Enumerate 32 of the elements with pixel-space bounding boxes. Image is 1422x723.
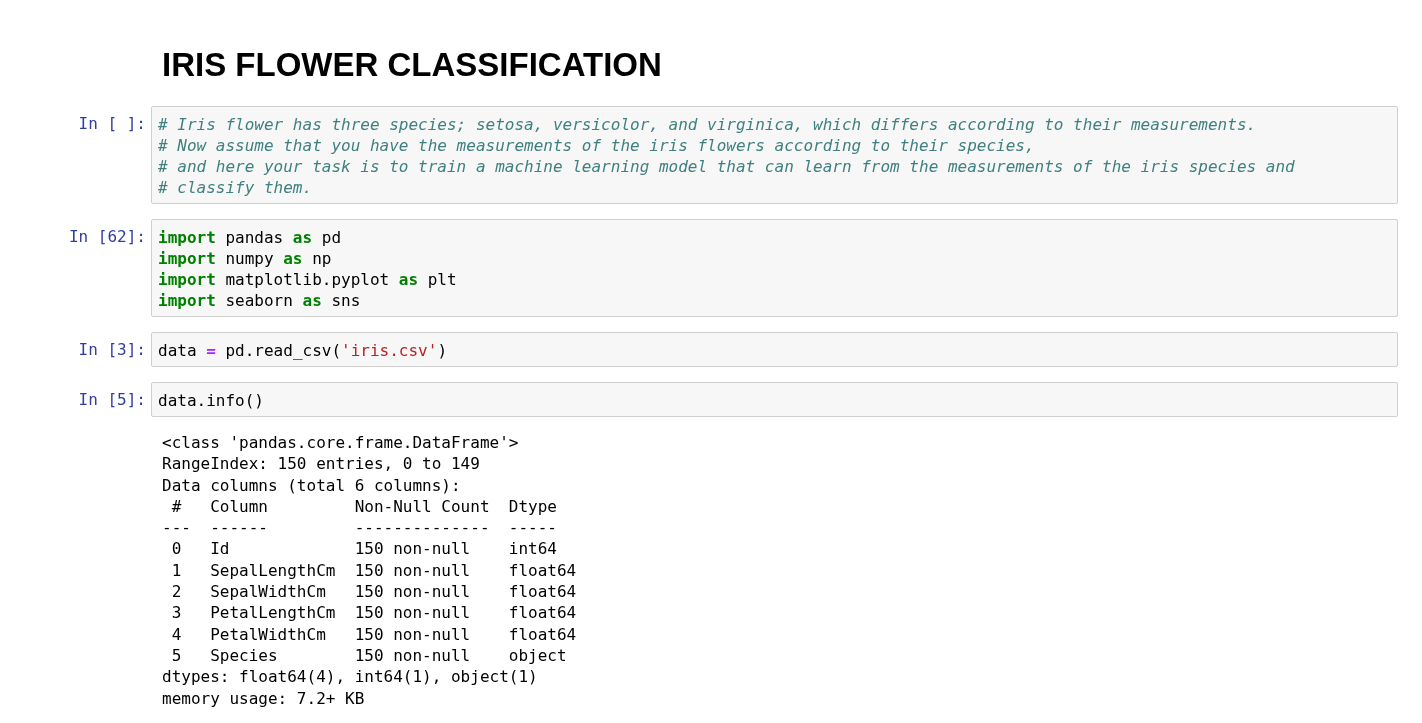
code-line: import seaborn as sns [158, 290, 362, 311]
notebook-title: IRIS FLOWER CLASSIFICATION [162, 46, 663, 84]
output-line: 3 PetalLengthCm 150 non-null float64 [170, 602, 578, 624]
code-line: import pandas as pd [158, 227, 343, 248]
code-line: data = pd.read_csv('iris.csv') [158, 340, 448, 361]
output-line: dtypes: float64(4), int64(1), object(1) [162, 666, 539, 688]
code-line: # classify them. [158, 177, 314, 198]
output-line: --- ------ -------------- ----- [162, 517, 558, 539]
code-line: # and here your task is to train a machine learning model that can learn from the measurements of the iris species and [158, 156, 1296, 177]
code-cell[interactable]: data = pd.read_csv('iris.csv') [151, 332, 1398, 367]
cell-prompt: In [62]: [67, 226, 147, 247]
code-cell[interactable]: import pandas as pd import numpy as np import matplotlib.pyplot as plt import seaborn as sns [151, 219, 1398, 317]
cell-prompt: In [5]: [77, 389, 147, 410]
output-line: # Column Non-Null Count Dtype [170, 495, 558, 518]
output-line: memory usage: 7.2+ KB [162, 687, 366, 709]
code-cell[interactable] [151, 106, 1398, 204]
code-line: # Now assume that you have the measurements of the iris flowers according to their species, [158, 135, 1036, 156]
output-line: <class 'pandas.core.frame.DataFrame'> [162, 432, 520, 454]
output-line: 0 Id 150 non-null int64 [170, 538, 558, 560]
output-line: Data columns (total 6 columns): [162, 474, 462, 496]
code-line: import numpy as np [158, 248, 333, 269]
output-line: 5 Species 150 non-null object [170, 644, 568, 667]
output-line: 2 SepalWidthCm 150 non-null float64 [170, 581, 578, 603]
output-line: RangeIndex: 150 entries, 0 to 149 [162, 453, 481, 475]
output-line: 4 PetalWidthCm 150 non-null float64 [170, 623, 578, 645]
cell-prompt: In [ ]: [77, 113, 147, 134]
cell-prompt: In [3]: [77, 339, 147, 360]
code-line: # Iris flower has three species; setosa, versicolor, and virginica, which differs according to their measurements. [158, 114, 1258, 135]
output-line: 1 SepalLengthCm 150 non-null float64 [170, 559, 578, 582]
code-cell[interactable]: data.info() [151, 382, 1398, 417]
code-line: import matplotlib.pyplot as plt [158, 269, 458, 290]
code-line: data.info() [158, 390, 265, 411]
